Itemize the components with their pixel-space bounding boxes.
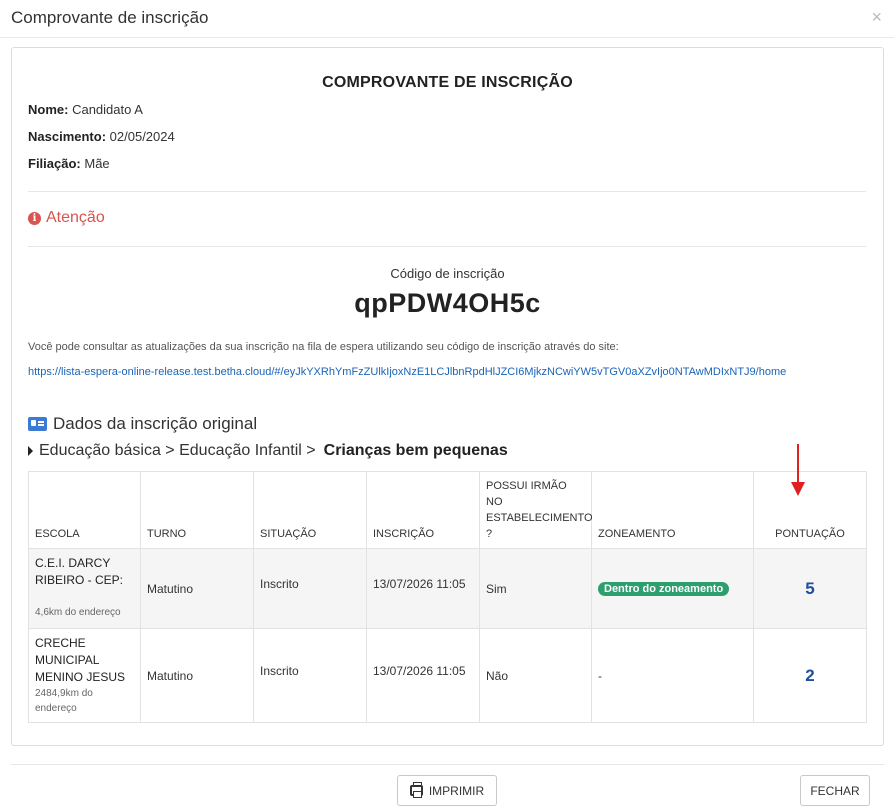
code-label: Código de inscrição — [390, 266, 505, 281]
cell-zone: - — [591, 628, 754, 723]
cell-sibling: Sim — [479, 548, 592, 629]
close-button-label: FECHAR — [810, 783, 860, 798]
column-header-score: PONTUAÇÃO — [753, 471, 867, 549]
cell-status: Inscrito — [253, 628, 367, 723]
table-header-row: ESCOLA TURNO SITUAÇÃO INSCRIÇÃO POSSUI I… — [28, 471, 867, 549]
id-card-icon — [28, 417, 47, 431]
table-row: CRECHE MUNICIPAL MENINO JESUS 2484,9km d… — [28, 628, 867, 723]
column-header-date: INSCRIÇÃO — [366, 471, 480, 549]
modal-header: Comprovante de inscrição × — [0, 0, 894, 38]
document-title: COMPROVANTE DE INSCRIÇÃO — [322, 74, 573, 91]
cell-zone: Dentro do zoneamento — [591, 548, 754, 629]
column-header-zone: ZONEAMENTO — [591, 471, 754, 549]
field-parent-label: Filiação: — [28, 156, 81, 171]
column-header-status: SITUAÇÃO — [253, 471, 367, 549]
registration-code: qpPDW4OH5c — [354, 288, 541, 318]
close-button[interactable]: FECHAR — [800, 775, 870, 806]
field-birth: Nascimento: 02/05/2024 — [28, 129, 175, 144]
print-button-label: IMPRIMIR — [428, 783, 485, 798]
column-header-school: ESCOLA — [28, 471, 141, 549]
annotation-arrow — [791, 444, 805, 498]
print-button[interactable]: IMPRIMIR — [397, 775, 497, 806]
divider — [28, 246, 866, 247]
info-icon: i — [28, 211, 41, 225]
cell-status: Inscrito — [253, 548, 367, 629]
field-name: Nome: Candidato A — [28, 102, 143, 117]
cell-school: CRECHE MUNICIPAL MENINO JESUS 2484,9km d… — [28, 628, 141, 723]
school-name: C.E.I. DARCY RIBEIRO - CEP: — [35, 556, 124, 587]
field-name-value: Candidato A — [72, 102, 143, 117]
zone-badge: Dentro do zoneamento — [598, 582, 730, 596]
attention-label: Atenção — [46, 209, 105, 226]
caret-right-icon — [28, 446, 33, 456]
field-birth-label: Nascimento: — [28, 129, 107, 144]
consult-text: Você pode consultar as atualizações da s… — [28, 341, 619, 353]
divider — [28, 191, 866, 192]
enrollment-table: ESCOLA TURNO SITUAÇÃO INSCRIÇÃO POSSUI I… — [28, 471, 867, 723]
score-value: 5 — [805, 578, 815, 598]
school-distance: 4,6km do endereço — [35, 607, 121, 618]
breadcrumb: Educação básica > Educação Infantil > Cr… — [28, 442, 508, 460]
arrow-head — [791, 482, 805, 496]
close-icon[interactable]: × — [871, 8, 882, 26]
field-birth-value: 02/05/2024 — [109, 129, 175, 144]
cell-shift: Matutino — [140, 548, 254, 629]
score-value: 2 — [805, 665, 815, 685]
printer-icon — [409, 782, 423, 798]
section-title-label: Dados da inscrição original — [53, 414, 258, 433]
cell-score: 5 — [753, 548, 867, 629]
footer-divider — [11, 764, 884, 765]
receipt-card: COMPROVANTE DE INSCRIÇÃO Nome: Candidato… — [11, 47, 884, 746]
cell-score: 2 — [753, 628, 867, 723]
field-name-label: Nome: — [28, 102, 69, 117]
breadcrumb-current: Crianças bem pequenas — [323, 442, 508, 459]
section-title: Dados da inscrição original — [28, 414, 257, 434]
school-distance: 2484,9km do endereço — [35, 688, 93, 714]
field-parent: Filiação: Mãe — [28, 156, 110, 171]
cell-school: C.E.I. DARCY RIBEIRO - CEP: 4,6km do end… — [28, 548, 141, 629]
consult-link[interactable]: https://lista-espera-online-release.test… — [28, 366, 786, 378]
column-header-shift: TURNO — [140, 471, 254, 549]
cell-date: 13/07/2026 11:05 — [366, 628, 480, 723]
table-row: C.E.I. DARCY RIBEIRO - CEP: 4,6km do end… — [28, 548, 867, 629]
cell-shift: Matutino — [140, 628, 254, 723]
breadcrumb-path: Educação básica > Educação Infantil > — [39, 442, 316, 459]
arrow-shaft — [797, 444, 799, 486]
school-name: CRECHE MUNICIPAL MENINO JESUS — [35, 636, 126, 684]
field-parent-value: Mãe — [84, 156, 110, 171]
attention-notice: i Atenção — [28, 209, 105, 227]
column-header-sibling: POSSUI IRMÃO NO ESTABELECIMENTO ? — [479, 471, 593, 549]
cell-date: 13/07/2026 11:05 — [366, 548, 480, 629]
modal-title: Comprovante de inscrição — [11, 8, 209, 27]
cell-sibling: Não — [479, 628, 592, 723]
